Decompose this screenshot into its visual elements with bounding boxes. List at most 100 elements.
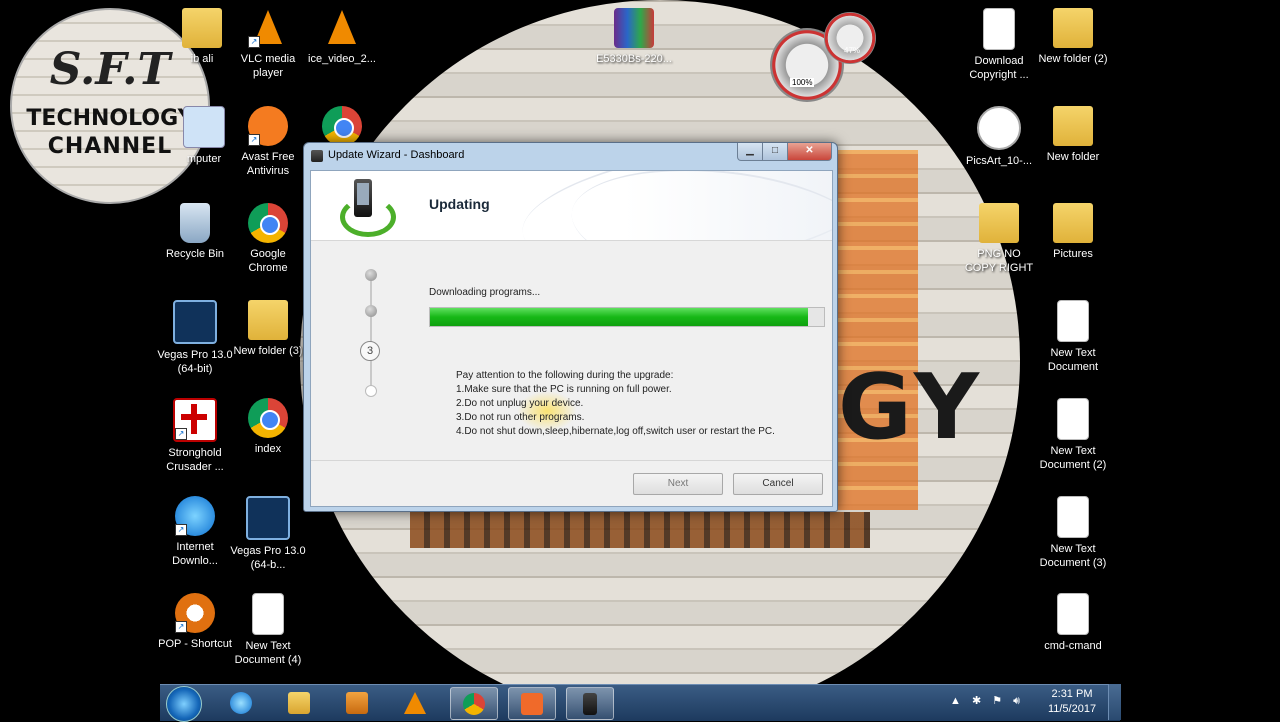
tray-network-icon[interactable]: ✱ (972, 695, 981, 707)
desktop-icon-label: Google Chrome (248, 248, 288, 274)
window-title: Update Wizard - Dashboard (328, 149, 465, 161)
folder-icon (1053, 8, 1093, 48)
desktop-icon-new-folder-2[interactable]: New folder (2) (1035, 8, 1111, 66)
desktop-icon-new-folder[interactable]: New folder (1035, 106, 1111, 164)
current-step-number: 3 (360, 341, 380, 361)
picsart-image-icon (977, 106, 1021, 150)
clock-date: 11/5/2017 (1047, 703, 1097, 715)
media-player-icon (346, 692, 368, 714)
taskbar: ▲ ✱ ⚑ 🔊︎ 2:31 PM 11/5/2017 (0, 684, 1280, 722)
desktop-icon-ice-video[interactable]: ice_video_2... (304, 8, 380, 66)
next-button[interactable]: Next (633, 473, 723, 495)
stronghold-shield-icon: ↗ (173, 398, 217, 442)
taskbar-ie[interactable] (218, 687, 264, 718)
wizard-client-area: Updating 3 Downloading programs... Pay a… (310, 170, 833, 507)
taskbar-chrome[interactable] (450, 687, 498, 720)
vlc-icon (322, 8, 362, 48)
text-document-icon (983, 8, 1015, 50)
cpu-gauge-value: 100% (790, 78, 815, 87)
wizard-step-indicator: 3 (360, 269, 380, 399)
desktop-icon-png-no-copyright[interactable]: PNG NO COPY RIGHT (961, 203, 1037, 275)
desktop-icon-label: New Text Document (2) (1039, 445, 1107, 471)
desktop-icon-ib-ali[interactable]: ib ali (164, 8, 240, 66)
desktop-icon-new-text-2[interactable]: New Text Document (2) (1035, 398, 1111, 472)
desktop-icon-label: New Text Document (1047, 347, 1099, 373)
desktop-icon-pop[interactable]: ↗ POP - Shortcut (157, 593, 233, 651)
desktop-icon-label: E5330Bs-220... (596, 53, 672, 65)
desktop-icon-label: Vegas Pro 13.0 (64-bit) (157, 349, 233, 375)
desktop-icon-idm[interactable]: ↗ Internet Downlo... (157, 496, 233, 568)
taskbar-screen-recorder[interactable] (508, 687, 556, 720)
desktop-icon-picsart[interactable]: PicsArt_10-... (961, 106, 1037, 168)
phone-icon (583, 693, 597, 715)
text-document-icon (1057, 593, 1089, 635)
desktop-icon-vegas-pro-1[interactable]: Vegas Pro 13.0 (64-bit) (157, 300, 233, 376)
desktop-icon-recycle-bin[interactable]: Recycle Bin (157, 203, 233, 261)
taskbar-explorer[interactable] (276, 687, 322, 718)
step-4-dot (365, 385, 377, 397)
start-button-icon[interactable] (166, 686, 202, 722)
system-gauge-widget[interactable]: 100% 47% (770, 12, 880, 102)
chrome-icon (248, 203, 288, 243)
desktop-icon-label: ice_video_2... (308, 53, 376, 65)
desktop-icon-label: ib ali (190, 53, 214, 65)
cancel-button[interactable]: Cancel (733, 473, 823, 495)
folder-icon (182, 8, 222, 48)
avast-icon: ↗ (248, 106, 288, 146)
note-line: 2.Do not unplug your device. (456, 398, 584, 409)
taskbar-vlc[interactable] (392, 687, 438, 718)
desktop-icon-index[interactable]: index (230, 398, 306, 456)
desktop-icon-new-text-3[interactable]: New Text Document (3) (1035, 496, 1111, 570)
chrome-icon (463, 693, 485, 715)
desktop-icon-label: Vegas Pro 13.0 (64-b... (230, 545, 306, 571)
wizard-header: Updating (311, 171, 832, 241)
note-line: Pay attention to the following during th… (456, 370, 674, 381)
close-button[interactable]: ✕ (787, 143, 832, 161)
desktop-icon-rar[interactable]: E5330Bs-220... (596, 8, 672, 66)
tray-flag-icon[interactable]: ⚑ (992, 695, 1002, 707)
tray-expand-icon[interactable]: ▲ (950, 695, 961, 707)
note-line: 4.Do not shut down,sleep,hibernate,log o… (456, 426, 775, 437)
desktop-icon-label: cmd-cmand (1044, 640, 1102, 652)
desktop-icon-new-text[interactable]: New Text Document (1035, 300, 1111, 374)
update-wizard-window: Update Wizard - Dashboard ▁ □ ✕ Updating… (303, 142, 838, 512)
text-document-icon (1057, 398, 1089, 440)
desktop-icon-new-folder-3[interactable]: New folder (3) (230, 300, 306, 358)
desktop-icon-pictures[interactable]: Pictures (1035, 203, 1111, 261)
desktop-icon-label: PicsArt_10-... (965, 155, 1033, 167)
desktop-icon-vegas-pro-2[interactable]: Vegas Pro 13.0 (64-b... (230, 496, 306, 572)
desktop-icon-label: Internet Downlo... (172, 541, 218, 567)
wallpaper-band (410, 512, 870, 548)
app-icon (311, 150, 323, 162)
upgrade-notes: Pay attention to the following during th… (433, 369, 813, 439)
taskbar-clock[interactable]: 2:31 PM 11/5/2017 (1042, 687, 1102, 717)
desktop-icon-google-chrome[interactable]: Google Chrome (230, 203, 306, 275)
step-1-dot (365, 269, 377, 281)
desktop-icon-avast[interactable]: ↗ Avast Free Antivirus (230, 106, 306, 178)
desktop-icon-new-text-4[interactable]: New Text Document (4) (230, 593, 306, 667)
wallpaper-letters: GY (838, 355, 984, 460)
desktop-icon-label: POP - Shortcut (158, 638, 232, 650)
tray-volume-icon[interactable]: 🔊︎ (1013, 695, 1020, 707)
vlc-icon (404, 692, 426, 714)
desktop-icon-vlc[interactable]: ↗ VLC media player (230, 8, 306, 80)
desktop-icon-label: VLC media player (240, 53, 296, 79)
computer-icon (183, 106, 225, 148)
step-line (370, 269, 372, 389)
folder-icon (288, 692, 310, 714)
recycle-bin-icon (180, 203, 210, 243)
desktop-icon-cmd[interactable]: cmd-cmand (1035, 593, 1111, 653)
folder-icon (979, 203, 1019, 243)
desktop-icon-stronghold[interactable]: ↗ Stronghold Crusader ... (157, 398, 233, 474)
taskbar-media-player[interactable] (334, 687, 380, 718)
taskbar-update-wizard[interactable] (566, 687, 614, 720)
desktop-icon-download-copyright[interactable]: Download Copyright ... (961, 8, 1037, 82)
minimize-button[interactable]: ▁ (737, 143, 763, 161)
maximize-button[interactable]: □ (762, 143, 788, 161)
vegas-pro-icon (173, 300, 217, 344)
show-desktop-button[interactable] (1108, 684, 1121, 720)
text-document-icon (1057, 300, 1089, 342)
phone-update-icon (340, 179, 396, 237)
desktop-icon-label: Recycle Bin (165, 248, 225, 260)
desktop-icon-label: New Text Document (3) (1039, 543, 1107, 569)
